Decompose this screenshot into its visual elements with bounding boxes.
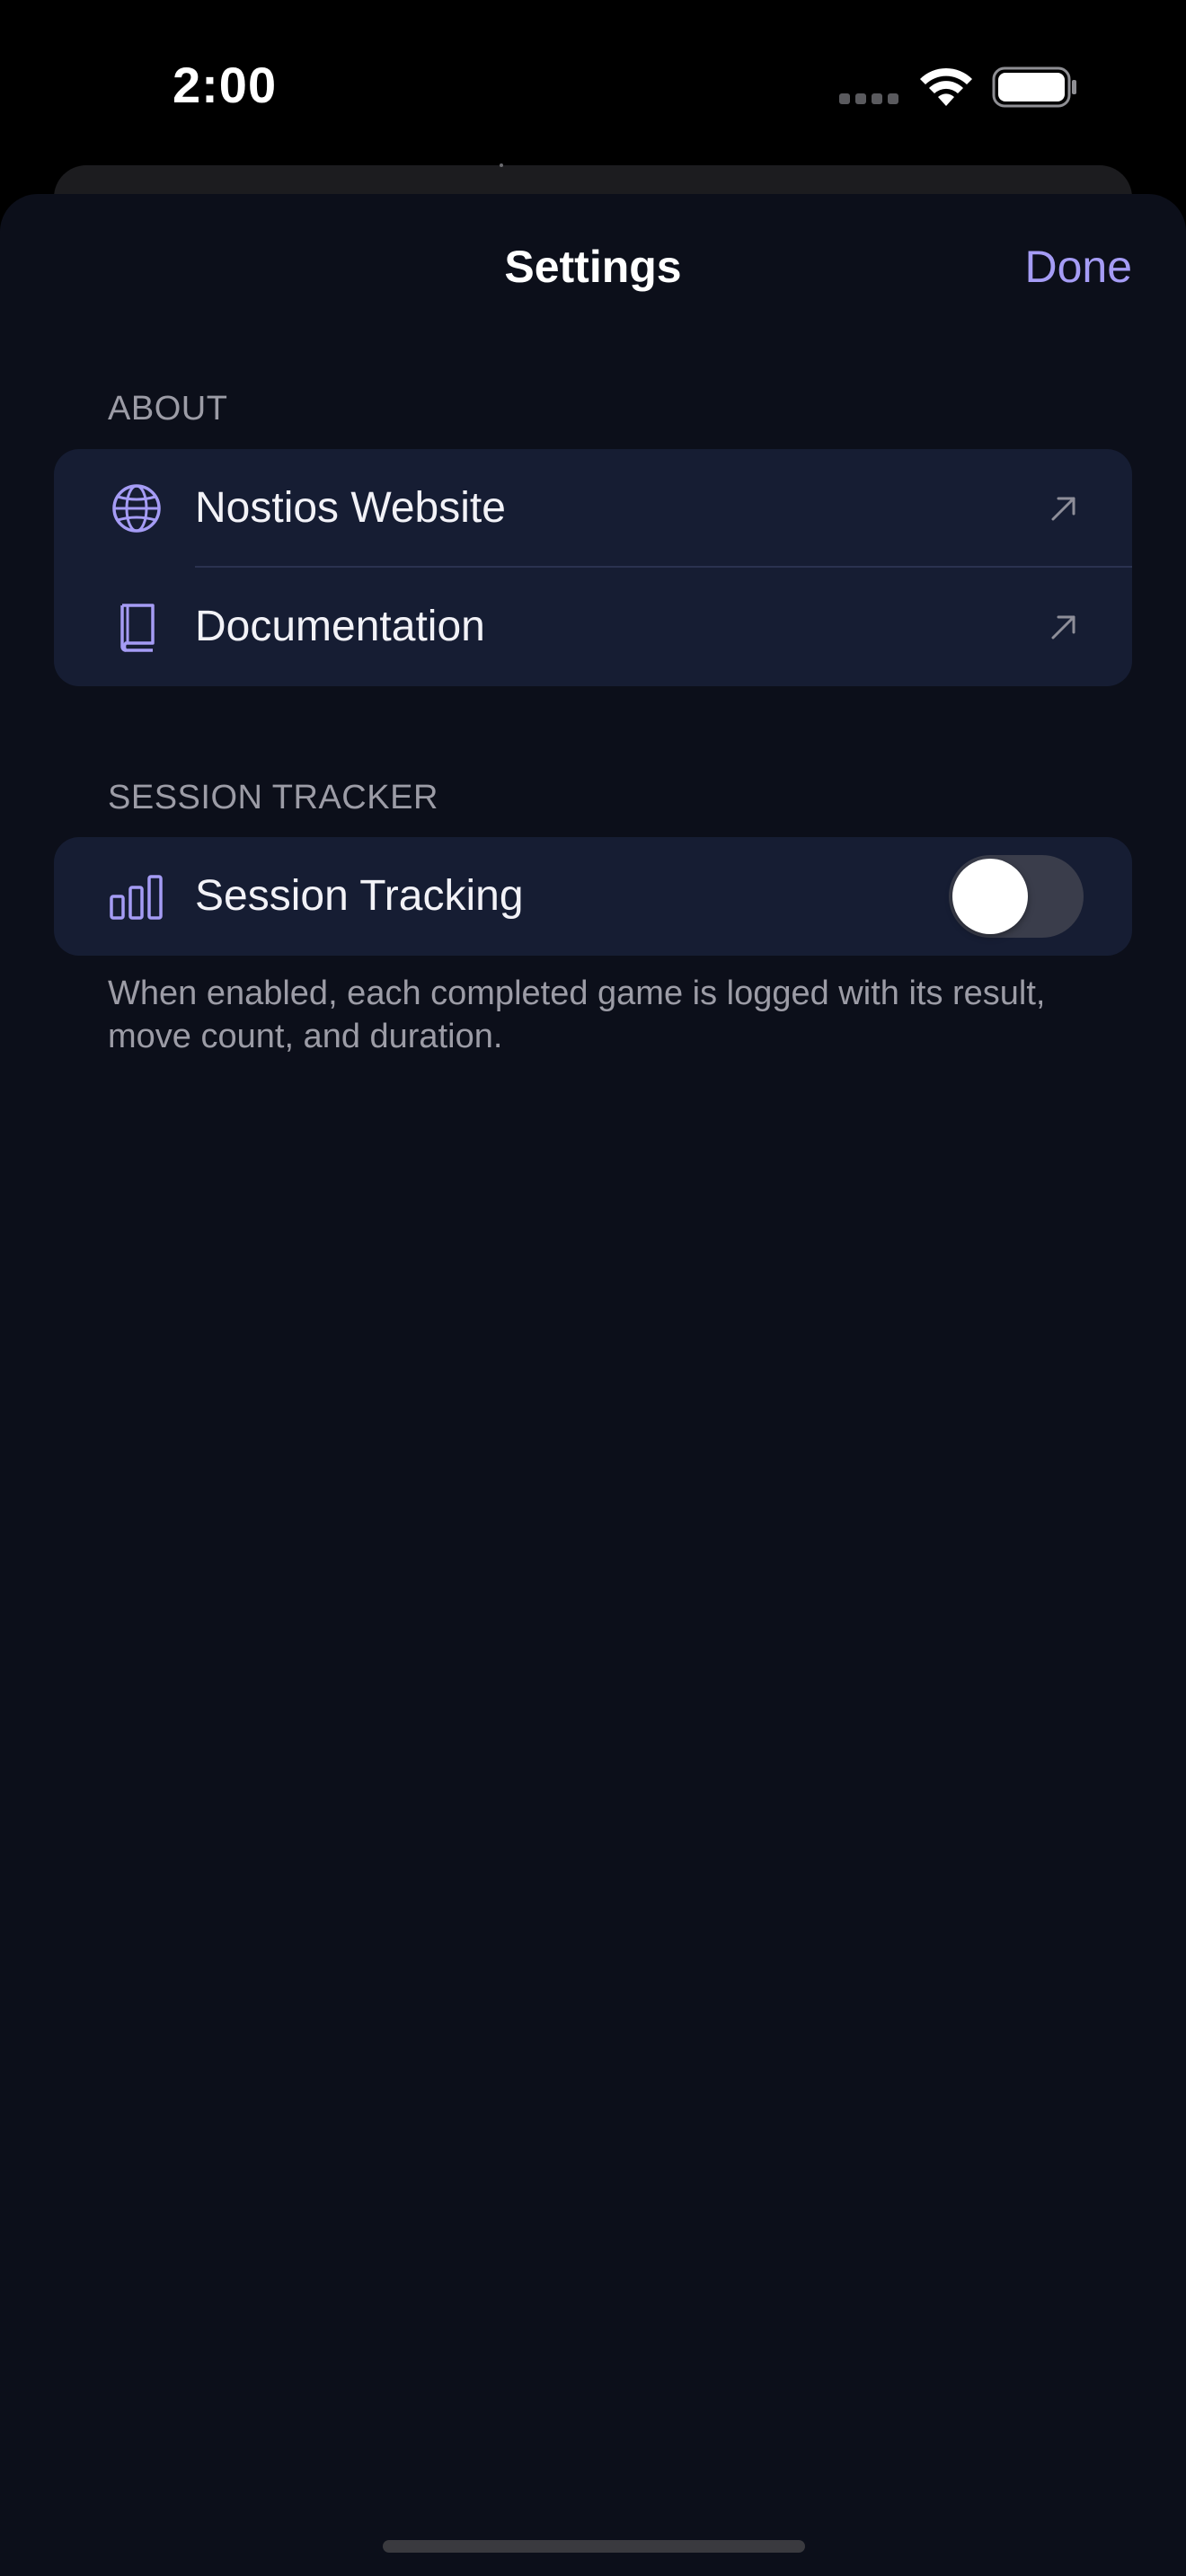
globe-icon [112,484,161,533]
external-link-arrow-icon [1051,615,1075,640]
section-header-session-tracker: SESSION TRACKER [108,779,438,816]
list-item-label: Session Tracking [195,872,524,920]
cellular-signal-icon [839,93,898,104]
about-group: Nostios Website Documentation [54,449,1132,686]
list-item-documentation[interactable]: Documentation [54,568,1132,686]
book-icon [120,604,155,652]
bar-chart-icon [110,875,163,920]
session-tracker-group: Session Tracking [54,837,1132,956]
wifi-icon [920,67,972,106]
settings-sheet: Settings Done ABOUT Nostios Website Docu… [0,194,1186,2576]
session-tracking-toggle[interactable] [949,855,1084,938]
section-header-about: ABOUT [108,390,228,428]
session-tracker-footer: When enabled, each completed game is log… [108,975,1046,1055]
screen: 2:00 Settings Done ABOUT Nostios Website… [0,0,1186,2576]
toggle-knob [952,859,1028,934]
external-link-arrow-icon [1051,497,1075,521]
status-time: 2:00 [173,57,278,113]
page-title: Settings [504,242,682,292]
battery-icon [992,66,1076,108]
list-item-session-tracking: Session Tracking [54,837,1132,956]
background-card-dot [500,163,503,167]
done-button[interactable]: Done [1024,241,1132,293]
list-item-label: Documentation [195,603,485,650]
list-item-nostios-website[interactable]: Nostios Website [54,449,1132,568]
list-item-label: Nostios Website [195,484,506,532]
home-indicator [383,2540,805,2553]
